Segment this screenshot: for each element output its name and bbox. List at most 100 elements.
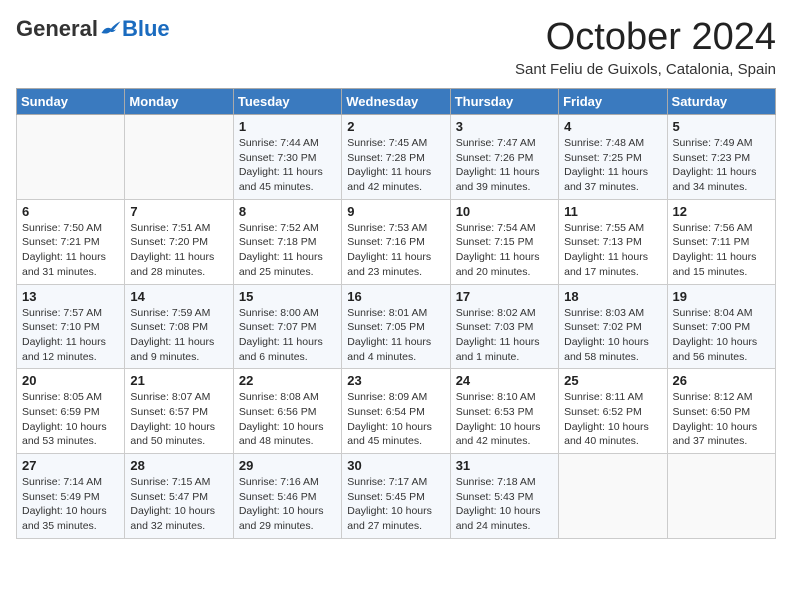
day-number: 1: [239, 119, 336, 134]
calendar-day-cell: 11Sunrise: 7:55 AM Sunset: 7:13 PM Dayli…: [559, 199, 667, 284]
calendar-day-cell: 17Sunrise: 8:02 AM Sunset: 7:03 PM Dayli…: [450, 284, 558, 369]
day-info: Sunrise: 7:18 AM Sunset: 5:43 PM Dayligh…: [456, 475, 553, 534]
calendar-day-cell: 9 Sunrise: 7:53 AM Sunset: 7:16 PM Daylig…: [342, 199, 450, 284]
calendar-day-cell: 14 Sunrise: 7:59 AM Sunset: 7:08 PM Dayli…: [125, 284, 233, 369]
day-info: Sunrise: 7:48 AM Sunset: 7:25 PM Dayligh…: [564, 136, 661, 195]
day-number: 12: [673, 204, 770, 219]
day-info: Sunrise: 8:08 AM Sunset: 6:56 PM Dayligh…: [239, 390, 336, 449]
calendar-day-header: Friday: [559, 89, 667, 115]
calendar-header-row: SundayMondayTuesdayWednesdayThursdayFrid…: [17, 89, 776, 115]
day-info: Sunrise: 7:50 AM Sunset: 7:21 PM Dayligh…: [22, 221, 119, 280]
location-subtitle: Sant Feliu de Guixols, Catalonia, Spain: [515, 61, 776, 78]
calendar-day-cell: 3Sunrise: 7:47 AM Sunset: 7:26 PM Daylig…: [450, 115, 558, 200]
day-number: 20: [22, 373, 119, 388]
calendar-day-header: Sunday: [17, 89, 125, 115]
day-info: Sunrise: 7:56 AM Sunset: 7:11 PM Dayligh…: [673, 221, 770, 280]
calendar-day-header: Tuesday: [233, 89, 341, 115]
day-number: 27: [22, 458, 119, 473]
day-number: 7: [130, 204, 227, 219]
calendar-day-cell: 15 Sunrise: 8:00 AM Sunset: 7:07 PM Dayli…: [233, 284, 341, 369]
day-info: Sunrise: 8:12 AM Sunset: 6:50 PM Dayligh…: [673, 390, 770, 449]
day-info: Sunrise: 7:45 AM Sunset: 7:28 PM Dayligh…: [347, 136, 444, 195]
calendar-day-cell: 31Sunrise: 7:18 AM Sunset: 5:43 PM Dayli…: [450, 454, 558, 539]
day-number: 22: [239, 373, 336, 388]
day-number: 24: [456, 373, 553, 388]
day-info: Sunrise: 8:05 AM Sunset: 6:59 PM Dayligh…: [22, 390, 119, 449]
day-info: Sunrise: 7:57 AM Sunset: 7:10 PM Dayligh…: [22, 306, 119, 365]
calendar-day-cell: 20 Sunrise: 8:05 AM Sunset: 6:59 PM Dayli…: [17, 369, 125, 454]
day-number: 18: [564, 289, 661, 304]
calendar-day-cell: [17, 115, 125, 200]
calendar-day-cell: [559, 454, 667, 539]
day-info: Sunrise: 7:53 AM Sunset: 7:16 PM Dayligh…: [347, 221, 444, 280]
calendar-week-row: 13 Sunrise: 7:57 AM Sunset: 7:10 PM Dayli…: [17, 284, 776, 369]
day-number: 9: [347, 204, 444, 219]
calendar-day-cell: [667, 454, 775, 539]
day-info: Sunrise: 7:14 AM Sunset: 5:49 PM Dayligh…: [22, 475, 119, 534]
calendar-day-cell: 30 Sunrise: 7:17 AM Sunset: 5:45 PM Dayli…: [342, 454, 450, 539]
calendar-day-cell: 24 Sunrise: 8:10 AM Sunset: 6:53 PM Dayli…: [450, 369, 558, 454]
calendar-day-cell: 19 Sunrise: 8:04 AM Sunset: 7:00 PM Dayli…: [667, 284, 775, 369]
calendar-day-cell: 23 Sunrise: 8:09 AM Sunset: 6:54 PM Dayli…: [342, 369, 450, 454]
calendar-day-cell: 8 Sunrise: 7:52 AM Sunset: 7:18 PM Daylig…: [233, 199, 341, 284]
day-number: 29: [239, 458, 336, 473]
calendar-day-cell: 21 Sunrise: 8:07 AM Sunset: 6:57 PM Dayli…: [125, 369, 233, 454]
day-number: 23: [347, 373, 444, 388]
day-number: 15: [239, 289, 336, 304]
day-number: 3: [456, 119, 553, 134]
day-info: Sunrise: 8:07 AM Sunset: 6:57 PM Dayligh…: [130, 390, 227, 449]
day-number: 4: [564, 119, 661, 134]
logo-bird-icon: [100, 18, 122, 40]
day-number: 30: [347, 458, 444, 473]
calendar-week-row: 20 Sunrise: 8:05 AM Sunset: 6:59 PM Dayli…: [17, 369, 776, 454]
calendar-day-header: Saturday: [667, 89, 775, 115]
day-info: Sunrise: 7:54 AM Sunset: 7:15 PM Dayligh…: [456, 221, 553, 280]
logo-general-text: General: [16, 16, 98, 42]
day-number: 14: [130, 289, 227, 304]
calendar-body: 1 Sunrise: 7:44 AM Sunset: 7:30 PM Daylig…: [17, 115, 776, 539]
day-info: Sunrise: 7:16 AM Sunset: 5:46 PM Dayligh…: [239, 475, 336, 534]
day-info: Sunrise: 7:52 AM Sunset: 7:18 PM Dayligh…: [239, 221, 336, 280]
calendar-day-cell: 1 Sunrise: 7:44 AM Sunset: 7:30 PM Daylig…: [233, 115, 341, 200]
calendar-day-cell: 12 Sunrise: 7:56 AM Sunset: 7:11 PM Dayli…: [667, 199, 775, 284]
day-info: Sunrise: 7:17 AM Sunset: 5:45 PM Dayligh…: [347, 475, 444, 534]
calendar-day-cell: 16 Sunrise: 8:01 AM Sunset: 7:05 PM Dayli…: [342, 284, 450, 369]
calendar-day-cell: 18 Sunrise: 8:03 AM Sunset: 7:02 PM Dayli…: [559, 284, 667, 369]
day-info: Sunrise: 8:09 AM Sunset: 6:54 PM Dayligh…: [347, 390, 444, 449]
calendar-day-header: Wednesday: [342, 89, 450, 115]
day-number: 16: [347, 289, 444, 304]
day-number: 10: [456, 204, 553, 219]
day-info: Sunrise: 8:03 AM Sunset: 7:02 PM Dayligh…: [564, 306, 661, 365]
day-info: Sunrise: 7:59 AM Sunset: 7:08 PM Dayligh…: [130, 306, 227, 365]
calendar-day-cell: 10 Sunrise: 7:54 AM Sunset: 7:15 PM Dayli…: [450, 199, 558, 284]
calendar-day-cell: 28Sunrise: 7:15 AM Sunset: 5:47 PM Dayli…: [125, 454, 233, 539]
calendar-day-cell: 27 Sunrise: 7:14 AM Sunset: 5:49 PM Dayli…: [17, 454, 125, 539]
month-title: October 2024: [515, 16, 776, 59]
day-number: 13: [22, 289, 119, 304]
day-number: 28: [130, 458, 227, 473]
calendar-day-cell: 26 Sunrise: 8:12 AM Sunset: 6:50 PM Dayli…: [667, 369, 775, 454]
day-info: Sunrise: 8:01 AM Sunset: 7:05 PM Dayligh…: [347, 306, 444, 365]
calendar-day-cell: 6Sunrise: 7:50 AM Sunset: 7:21 PM Daylig…: [17, 199, 125, 284]
day-number: 2: [347, 119, 444, 134]
calendar-week-row: 27 Sunrise: 7:14 AM Sunset: 5:49 PM Dayli…: [17, 454, 776, 539]
day-info: Sunrise: 8:11 AM Sunset: 6:52 PM Dayligh…: [564, 390, 661, 449]
day-info: Sunrise: 8:10 AM Sunset: 6:53 PM Dayligh…: [456, 390, 553, 449]
day-info: Sunrise: 8:02 AM Sunset: 7:03 PM Dayligh…: [456, 306, 553, 365]
day-number: 26: [673, 373, 770, 388]
day-number: 21: [130, 373, 227, 388]
calendar-day-cell: 2 Sunrise: 7:45 AM Sunset: 7:28 PM Daylig…: [342, 115, 450, 200]
day-info: Sunrise: 7:44 AM Sunset: 7:30 PM Dayligh…: [239, 136, 336, 195]
day-number: 11: [564, 204, 661, 219]
day-info: Sunrise: 8:00 AM Sunset: 7:07 PM Dayligh…: [239, 306, 336, 365]
day-number: 19: [673, 289, 770, 304]
calendar-day-cell: 25Sunrise: 8:11 AM Sunset: 6:52 PM Dayli…: [559, 369, 667, 454]
day-info: Sunrise: 7:49 AM Sunset: 7:23 PM Dayligh…: [673, 136, 770, 195]
calendar-day-cell: [125, 115, 233, 200]
day-number: 8: [239, 204, 336, 219]
calendar-day-cell: 29 Sunrise: 7:16 AM Sunset: 5:46 PM Dayli…: [233, 454, 341, 539]
day-info: Sunrise: 8:04 AM Sunset: 7:00 PM Dayligh…: [673, 306, 770, 365]
calendar-day-header: Monday: [125, 89, 233, 115]
calendar-week-row: 1 Sunrise: 7:44 AM Sunset: 7:30 PM Daylig…: [17, 115, 776, 200]
logo-blue-text: Blue: [122, 16, 170, 42]
